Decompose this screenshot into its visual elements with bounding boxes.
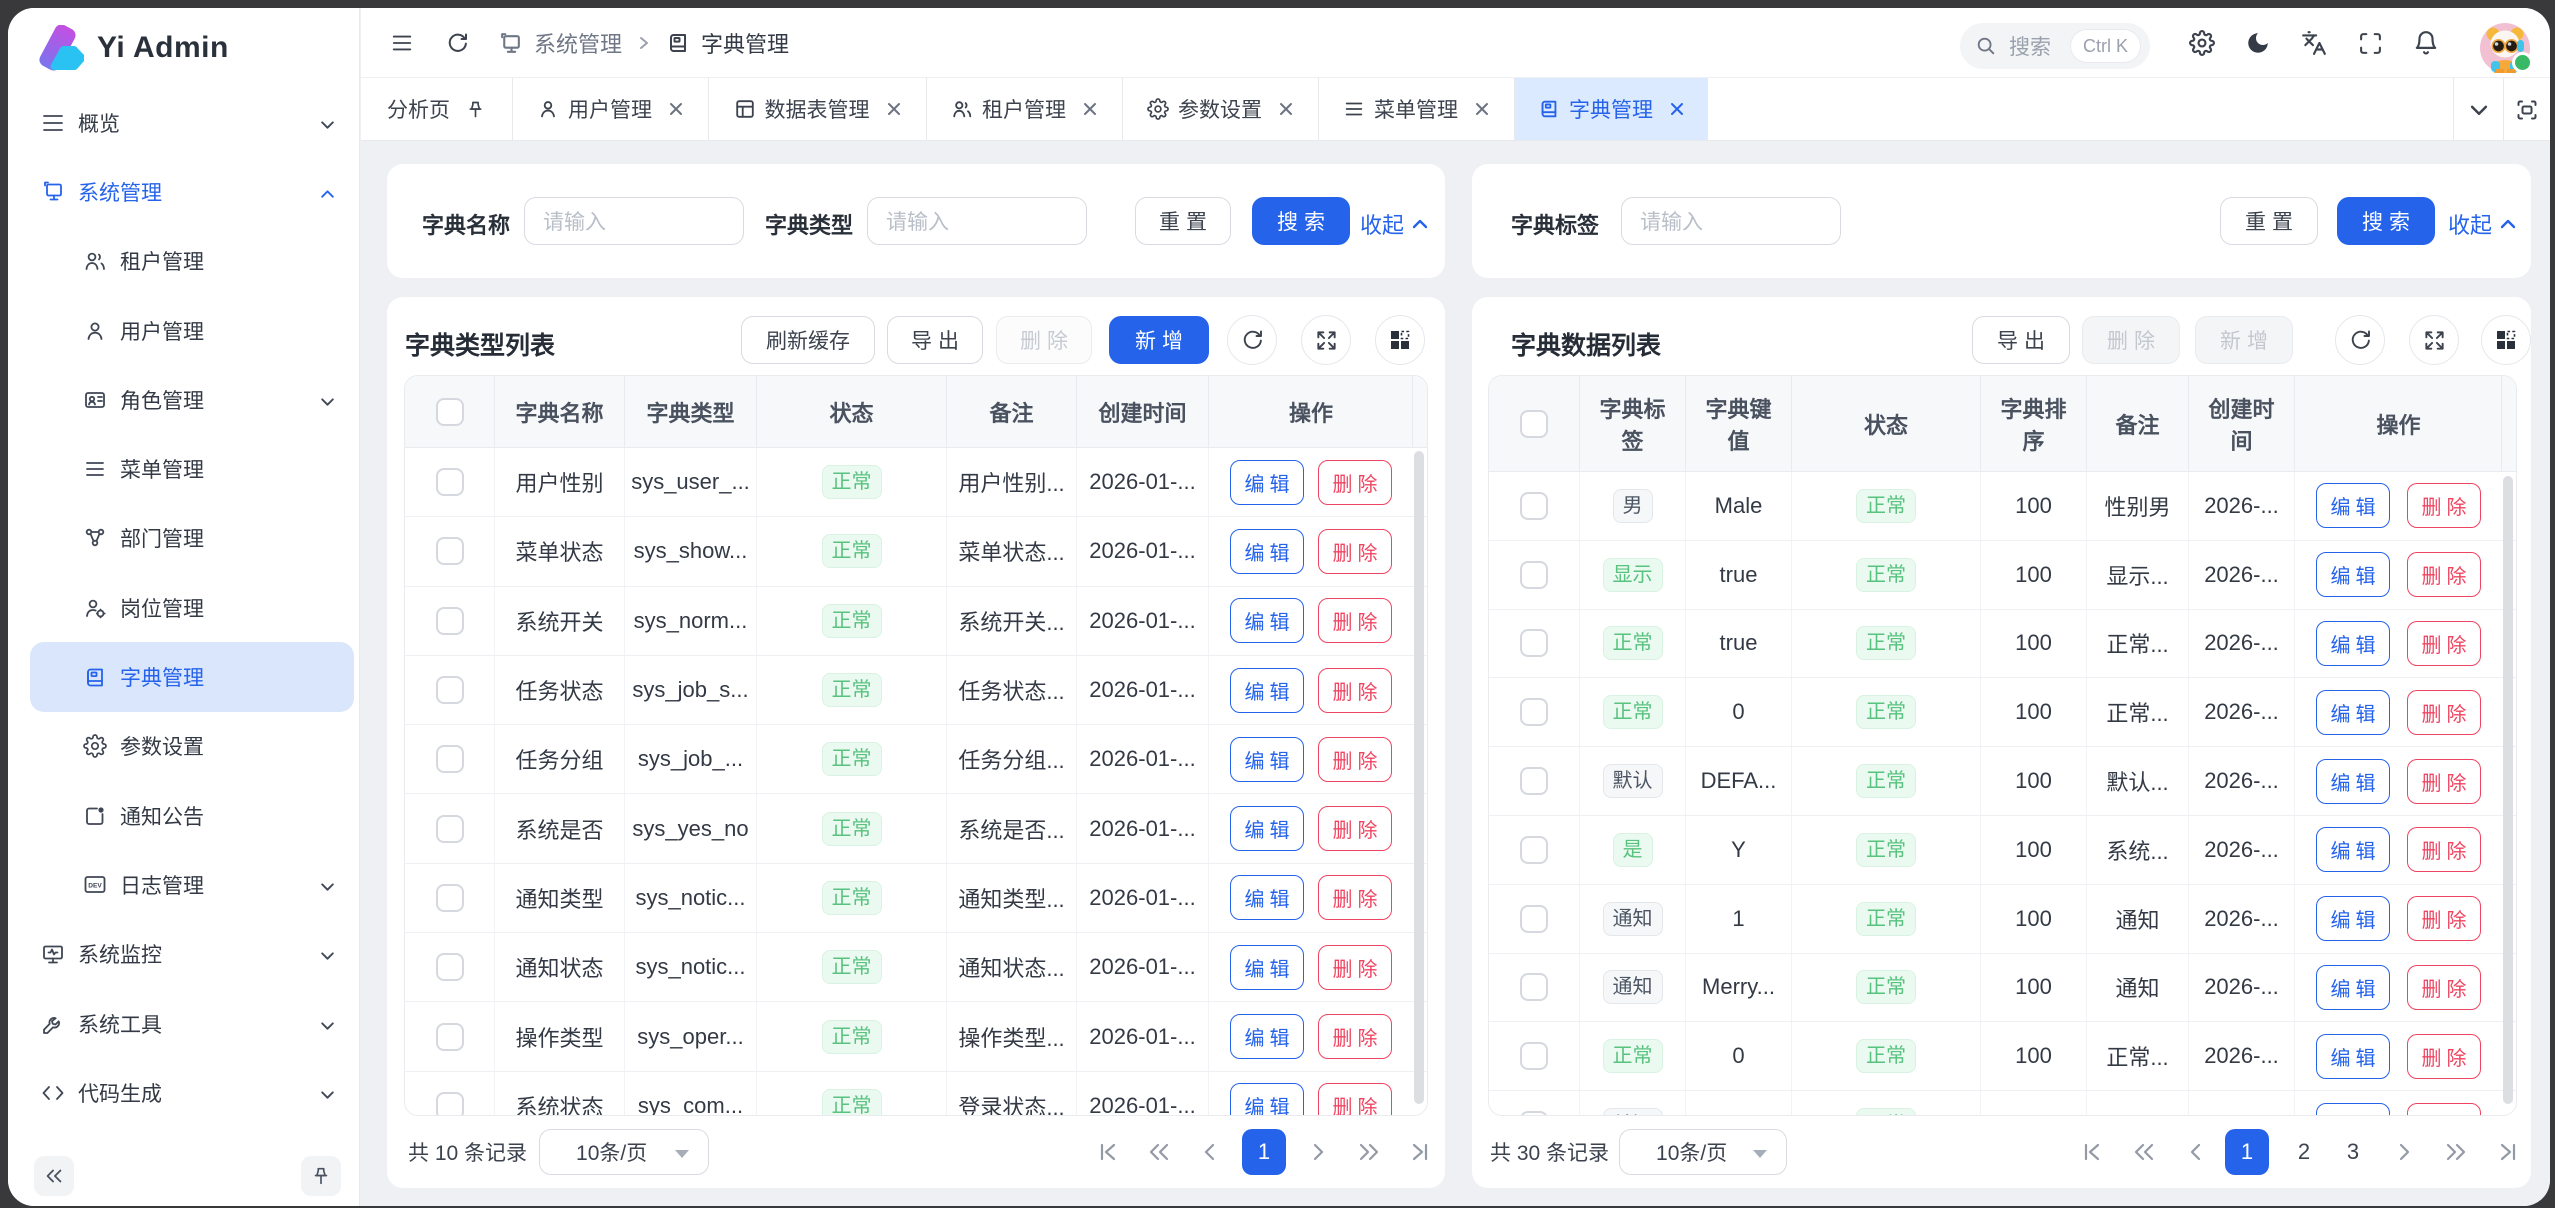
svg-text:DEV: DEV <box>88 883 102 890</box>
